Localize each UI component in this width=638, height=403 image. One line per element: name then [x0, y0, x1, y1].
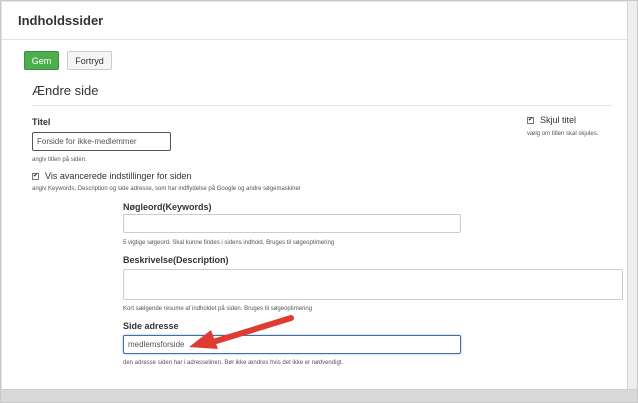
red-pointer-arrow-icon	[189, 315, 294, 349]
keywords-help: 5 vigtige søgeord. Skal kunne findes i s…	[123, 240, 335, 246]
cancel-button[interactable]: Fortryd	[67, 51, 112, 70]
advanced-settings-help: angiv Keywords, Description og side adre…	[32, 186, 301, 192]
save-button[interactable]: Gem	[24, 51, 59, 70]
address-help: den adresse siden har i adresselinen. Bø…	[123, 360, 344, 366]
bottom-gutter	[1, 389, 637, 402]
header-divider	[1, 39, 627, 40]
checkmark-icon: ✔	[527, 117, 534, 123]
right-scroll-gutter	[627, 1, 637, 389]
app-window: Indholdssider Gem Fortryd Ændre side Tit…	[0, 0, 638, 403]
advanced-settings-label: Vis avancerede indstillinger for siden	[45, 171, 192, 181]
checkmark-icon: ✔	[32, 173, 39, 179]
title-help: angiv titlen på siden.	[32, 157, 87, 163]
address-label: Side adresse	[123, 321, 179, 331]
keywords-input[interactable]	[123, 214, 461, 233]
hide-title-label: Skjul titel	[540, 115, 577, 125]
section-divider	[32, 105, 612, 106]
hide-title-checkbox[interactable]: ✔	[527, 117, 534, 124]
description-input[interactable]	[123, 269, 623, 300]
section-title: Ændre side	[32, 83, 99, 98]
keywords-label: Nøgleord(Keywords)	[123, 202, 212, 212]
hide-title-help: vælg om titlen skal skjules.	[527, 131, 599, 137]
page-title: Indholdssider	[18, 13, 104, 28]
description-help: Kort sælgende resume af indholdet på sid…	[123, 306, 313, 312]
description-label: Beskrivelse(Description)	[123, 255, 229, 265]
title-label: Titel	[32, 117, 51, 127]
advanced-settings-checkbox[interactable]: ✔	[32, 173, 39, 180]
title-input[interactable]: Forside for ikke-medlemmer	[32, 132, 171, 151]
